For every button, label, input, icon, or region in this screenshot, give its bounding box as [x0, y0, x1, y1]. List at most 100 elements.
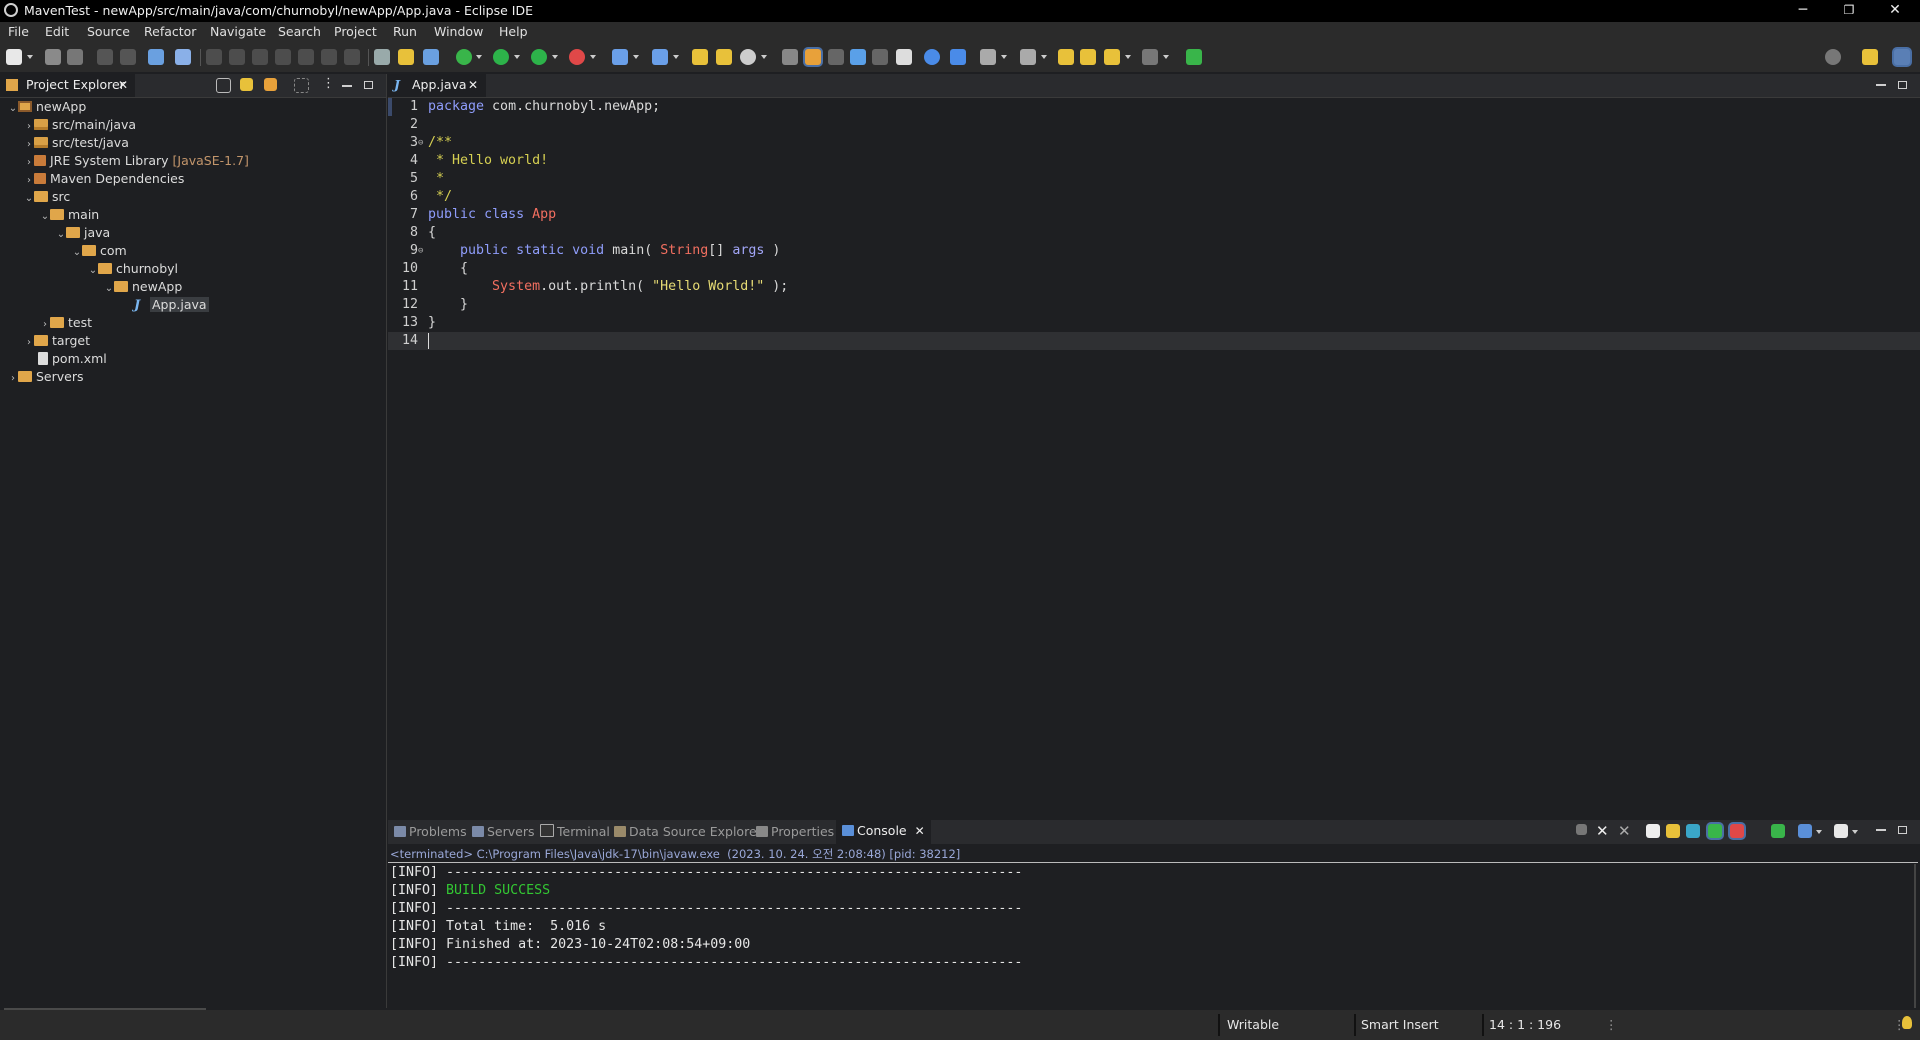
- remove-all-terminated-icon[interactable]: ✕: [1618, 822, 1631, 840]
- fold-collapse-icon[interactable]: ⊖: [418, 134, 426, 152]
- code-line-9[interactable]: 9 ⊖ public static void main( String[] arg…: [388, 242, 1920, 260]
- tree-item-main[interactable]: ⌄ main: [40, 206, 99, 224]
- chevron-down-icon[interactable]: ⌄: [104, 280, 114, 298]
- show-on-stdout-icon[interactable]: [1708, 824, 1722, 838]
- step-into-icon[interactable]: [298, 49, 314, 65]
- fold-collapse-icon[interactable]: ⊖: [418, 242, 426, 260]
- open-console-icon[interactable]: [1834, 824, 1848, 838]
- maximize-view-icon[interactable]: [364, 81, 373, 89]
- forward-icon[interactable]: [1142, 49, 1158, 65]
- code-line-7[interactable]: 7 public class App: [388, 206, 1920, 224]
- restore-button[interactable]: ❐: [1826, 0, 1872, 22]
- mark-occurrences-icon[interactable]: [805, 49, 821, 65]
- display-console-icon[interactable]: [1798, 824, 1812, 838]
- save-icon[interactable]: [45, 49, 61, 65]
- code-line-8[interactable]: 8{: [388, 224, 1920, 242]
- minimize-editor-icon[interactable]: [1876, 84, 1886, 86]
- status-cursor-position[interactable]: 14 : 1 : 196: [1489, 1017, 1561, 1032]
- terminal-icon[interactable]: [148, 49, 164, 65]
- menu-source[interactable]: Source: [87, 24, 130, 39]
- link-with-editor-icon[interactable]: [240, 78, 253, 91]
- focus-icon[interactable]: [294, 78, 309, 93]
- debug-icon[interactable]: [456, 49, 472, 65]
- open-type-icon[interactable]: [692, 49, 708, 65]
- tree-item-test[interactable]: › test: [40, 314, 92, 332]
- resume-icon[interactable]: [206, 49, 222, 65]
- code-line-14-current[interactable]: 14: [388, 332, 1920, 350]
- code-line-3[interactable]: 3 ⊖/**: [388, 134, 1920, 152]
- tab-servers[interactable]: Servers: [472, 824, 535, 839]
- minimize-button[interactable]: ─: [1780, 0, 1826, 22]
- code-line-6[interactable]: 6 */: [388, 188, 1920, 206]
- code-line-13[interactable]: 13}: [388, 314, 1920, 332]
- chevron-down-icon[interactable]: ⌄: [8, 100, 18, 118]
- team-icon[interactable]: [950, 49, 966, 65]
- tree-item-pom-xml[interactable]: pom.xml: [38, 350, 107, 368]
- step-over-icon[interactable]: [321, 49, 337, 65]
- show-whitespace-icon[interactable]: [896, 49, 912, 65]
- code-line-10[interactable]: 10 {: [388, 260, 1920, 278]
- tree-item-newapp-project[interactable]: ⌄ newApp: [8, 98, 86, 116]
- status-overflow-icon[interactable]: ⋮: [1605, 1017, 1618, 1032]
- tree-item-java[interactable]: ⌄ java: [56, 224, 110, 242]
- redo-icon[interactable]: [120, 49, 136, 65]
- tree-item-newapp-folder[interactable]: ⌄ newApp: [104, 278, 182, 296]
- pin-console-icon[interactable]: [1771, 824, 1785, 838]
- show-on-stderr-icon[interactable]: [1730, 824, 1744, 838]
- drop-to-frame-icon[interactable]: [374, 49, 390, 65]
- word-wrap-icon[interactable]: [850, 49, 866, 65]
- menu-file[interactable]: File: [8, 24, 29, 39]
- new-icon[interactable]: [6, 49, 22, 65]
- chevron-right-icon[interactable]: ›: [24, 334, 34, 352]
- next-annotation-icon[interactable]: [1080, 49, 1096, 65]
- tab-console[interactable]: Console ✕: [836, 820, 931, 844]
- show-source-icon[interactable]: [872, 49, 888, 65]
- undo-icon[interactable]: [97, 49, 113, 65]
- tab-problems[interactable]: Problems: [394, 824, 467, 839]
- tip-lightbulb-icon[interactable]: [1902, 1016, 1912, 1029]
- clear-console-icon[interactable]: [1646, 824, 1660, 838]
- maximize-console-icon[interactable]: [1898, 826, 1907, 834]
- run-icon[interactable]: [493, 49, 509, 65]
- open-task-icon[interactable]: [716, 49, 732, 65]
- tab-project-explorer[interactable]: Project Explorer ✕: [0, 74, 135, 97]
- previous-annotation-icon[interactable]: [1020, 49, 1036, 65]
- code-line-12[interactable]: 12 }: [388, 296, 1920, 314]
- menu-window[interactable]: Window: [434, 24, 483, 39]
- close-button[interactable]: ✕: [1872, 0, 1918, 22]
- code-line-1[interactable]: 1 package com.churnobyl.newApp;: [388, 98, 1920, 116]
- breadcrumb-icon[interactable]: [782, 49, 798, 65]
- tab-properties[interactable]: Properties: [756, 824, 834, 839]
- chevron-down-icon[interactable]: ⌄: [56, 226, 66, 244]
- tree-item-churnobyl[interactable]: ⌄ churnobyl: [88, 260, 178, 278]
- code-line-4[interactable]: 4 * Hello world!: [388, 152, 1920, 170]
- tab-data-source-explorer[interactable]: Data Source Explorer: [614, 824, 762, 839]
- tree-item-app-java[interactable]: J App.java: [134, 296, 209, 314]
- block-selection-icon[interactable]: [828, 49, 844, 65]
- skip-breakpoints-icon[interactable]: [175, 49, 191, 65]
- code-line-2[interactable]: 2: [388, 116, 1920, 134]
- search-icon[interactable]: [1825, 49, 1841, 65]
- chevron-down-icon[interactable]: ⌄: [24, 190, 34, 208]
- external-tools-icon[interactable]: [569, 49, 585, 65]
- chevron-down-icon[interactable]: ⌄: [72, 244, 82, 262]
- tree-item-com[interactable]: ⌄ com: [72, 242, 127, 260]
- tree-item-src-test-java[interactable]: › src/test/java: [24, 134, 129, 152]
- tree-item-maven-dependencies[interactable]: › Maven Dependencies: [24, 170, 184, 188]
- tree-item-src[interactable]: ⌄ src: [24, 188, 70, 206]
- code-line-11[interactable]: 11 System.out.println( "Hello World!" );: [388, 278, 1920, 296]
- tab-app-java[interactable]: J App.java ✕: [388, 74, 486, 97]
- terminate-icon[interactable]: [252, 49, 268, 65]
- disconnect-icon[interactable]: [275, 49, 291, 65]
- remove-launch-icon[interactable]: ✕: [1596, 822, 1609, 840]
- java-perspective-icon[interactable]: [1894, 49, 1910, 65]
- menu-project[interactable]: Project: [334, 24, 377, 39]
- minimize-console-icon[interactable]: [1876, 829, 1886, 831]
- word-wrap-console-icon[interactable]: [1686, 824, 1700, 838]
- run-last-icon[interactable]: [531, 49, 547, 65]
- chevron-down-icon[interactable]: ⌄: [40, 208, 50, 226]
- status-insert-mode[interactable]: Smart Insert: [1361, 1017, 1439, 1032]
- chevron-down-icon[interactable]: ⌄: [88, 262, 98, 280]
- chevron-right-icon[interactable]: ›: [8, 370, 18, 388]
- collapse-all-icon[interactable]: [216, 78, 231, 93]
